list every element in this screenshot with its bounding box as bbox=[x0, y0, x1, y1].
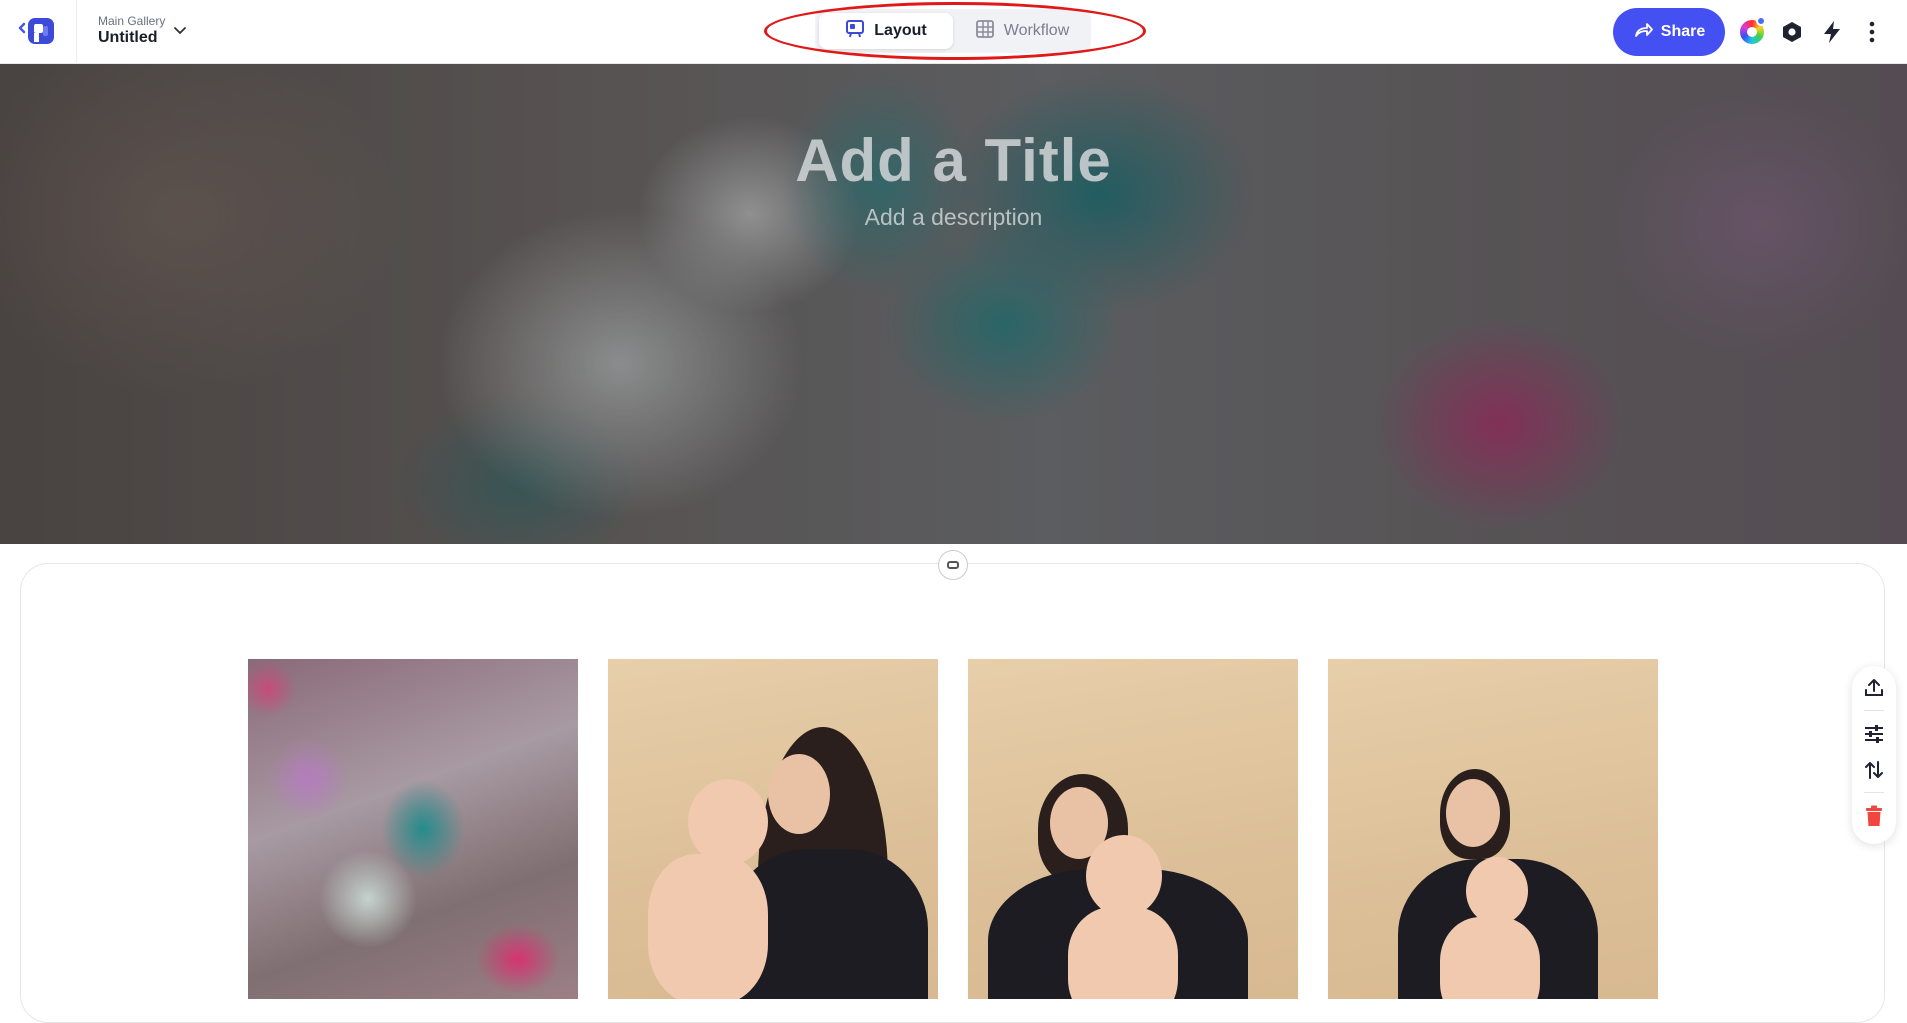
gallery-photo[interactable] bbox=[968, 659, 1298, 999]
section-tool-rail bbox=[1852, 666, 1896, 844]
tab-workflow-label: Workflow bbox=[1003, 22, 1070, 39]
tab-layout[interactable]: Layout bbox=[819, 13, 953, 49]
hero-title-placeholder[interactable]: Add a Title bbox=[0, 126, 1907, 195]
trash-icon[interactable] bbox=[1862, 804, 1886, 828]
more-vertical-icon[interactable] bbox=[1858, 18, 1886, 46]
divider bbox=[1864, 792, 1884, 793]
reorder-icon[interactable] bbox=[1862, 758, 1886, 782]
layout-icon bbox=[845, 19, 865, 44]
drag-handle-icon bbox=[947, 561, 959, 569]
grid-icon bbox=[975, 19, 995, 44]
gallery-photo[interactable] bbox=[1328, 659, 1658, 999]
gallery-photo[interactable] bbox=[608, 659, 938, 999]
gallery-subtitle: Main Gallery bbox=[98, 14, 166, 28]
top-bar: Main Gallery Untitled Layout Workflow Sh… bbox=[0, 0, 1907, 64]
app-logo-back-button[interactable] bbox=[18, 14, 58, 50]
share-arrow-icon bbox=[1633, 20, 1653, 45]
lightning-icon[interactable] bbox=[1818, 18, 1846, 46]
hero-description-placeholder[interactable]: Add a description bbox=[0, 204, 1907, 231]
section-drag-handle[interactable] bbox=[938, 550, 968, 580]
divider bbox=[76, 0, 77, 64]
adjust-icon[interactable] bbox=[1862, 722, 1886, 746]
share-button[interactable]: Share bbox=[1613, 8, 1725, 56]
tab-layout-label: Layout bbox=[874, 22, 927, 39]
tab-workflow[interactable]: Workflow bbox=[957, 13, 1087, 49]
upload-icon[interactable] bbox=[1862, 676, 1886, 700]
color-wheel-icon[interactable] bbox=[1738, 16, 1766, 46]
gallery-selector[interactable]: Main Gallery Untitled bbox=[98, 14, 165, 48]
gallery-title: Untitled bbox=[98, 29, 158, 46]
share-label: Share bbox=[1660, 23, 1706, 40]
gallery-photo[interactable] bbox=[248, 659, 578, 999]
hexagon-settings-icon[interactable] bbox=[1778, 18, 1806, 46]
back-chevron-icon bbox=[18, 22, 26, 34]
chevron-down-icon[interactable] bbox=[172, 22, 188, 38]
mode-switch: Layout Workflow bbox=[815, 9, 1091, 53]
divider bbox=[1864, 710, 1884, 711]
hero-cover-image[interactable]: Add a Title Add a description bbox=[0, 64, 1907, 544]
